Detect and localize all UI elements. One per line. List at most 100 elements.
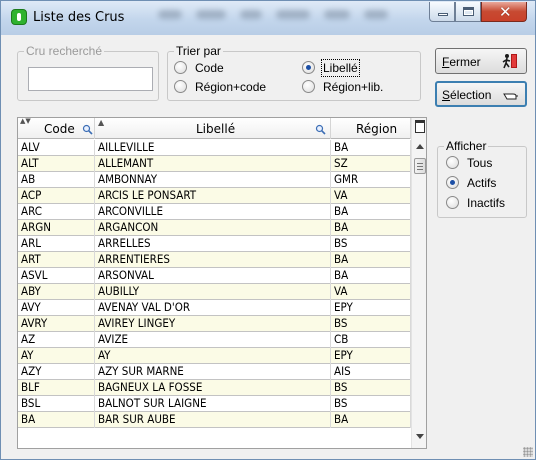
resize-grip-icon[interactable] xyxy=(523,447,533,457)
cell-libelle: ARGANCON xyxy=(95,220,331,236)
search-icon[interactable] xyxy=(82,124,93,135)
table-row[interactable]: BA BAR SUR AUBE BA xyxy=(18,412,411,428)
cell-region: GMR xyxy=(331,172,411,188)
filter-radio-inactive[interactable]: Inactifs xyxy=(446,196,505,210)
table-row[interactable]: ART ARRENTIERES BA xyxy=(18,252,411,268)
cell-libelle: AVIZE xyxy=(95,332,331,348)
cell-code: ACP xyxy=(18,188,95,204)
sort-radio-region-code[interactable]: Région+code xyxy=(174,80,266,94)
sort-radio-libelle[interactable]: Libellé xyxy=(302,59,360,77)
close-button[interactable]: Fermer xyxy=(435,48,527,74)
cell-region: CB xyxy=(331,332,411,348)
cell-libelle: AMBONNAY xyxy=(95,172,331,188)
cell-region: EPY xyxy=(331,348,411,364)
scroll-thumb[interactable] xyxy=(414,158,426,174)
radio-icon xyxy=(174,61,187,74)
table-row[interactable]: AVY AVENAY VAL D'OR EPY xyxy=(18,300,411,316)
table-row[interactable]: AZ AVIZE CB xyxy=(18,332,411,348)
cell-region: BA xyxy=(331,204,411,220)
radio-icon xyxy=(446,196,459,209)
cell-region: BA xyxy=(331,252,411,268)
column-header-libelle[interactable]: ▲ Libellé xyxy=(95,118,331,139)
select-button-label: Sélection xyxy=(442,88,492,102)
filter-legend: Afficher xyxy=(444,139,489,153)
cell-libelle: BALNOT SUR LAIGNE xyxy=(95,396,331,412)
cell-region: BA xyxy=(331,268,411,284)
table-row[interactable]: AVRY AVIREY LINGEY BS xyxy=(18,316,411,332)
table-row[interactable]: ALT ALLEMANT SZ xyxy=(18,156,411,172)
window-title: Liste des Crus xyxy=(33,10,125,25)
table-row[interactable]: BLF BAGNEUX LA FOSSE BS xyxy=(18,380,411,396)
cell-code: AVRY xyxy=(18,316,95,332)
sort-radio-region-lib[interactable]: Région+lib. xyxy=(302,80,383,94)
column-header-region[interactable]: Région xyxy=(331,118,411,139)
blurred-title-area xyxy=(151,7,421,23)
maximize-button[interactable] xyxy=(455,2,481,22)
table-row[interactable]: ARC ARCONVILLE BA xyxy=(18,204,411,220)
list-window: Liste des Crus ✕ Cru recherché Trier par… xyxy=(0,0,536,460)
cell-libelle: ARCIS LE PONSART xyxy=(95,188,331,204)
table-row[interactable]: ALV AILLEVILLE BA xyxy=(18,140,411,156)
radio-selected-icon xyxy=(302,61,315,74)
cell-region: BS xyxy=(331,236,411,252)
table-row[interactable]: AY AY EPY xyxy=(18,348,411,364)
filter-radio-all[interactable]: Tous xyxy=(446,156,492,170)
table-row[interactable]: ARGN ARGANCON BA xyxy=(18,220,411,236)
cell-libelle: AVENAY VAL D'OR xyxy=(95,300,331,316)
search-group: Cru recherché xyxy=(17,44,159,101)
cell-region: BA xyxy=(331,412,411,428)
cell-libelle: ARCONVILLE xyxy=(95,204,331,220)
cell-libelle: BAR SUR AUBE xyxy=(95,412,331,428)
table-row[interactable]: ACP ARCIS LE PONSART VA xyxy=(18,188,411,204)
cell-code: AB xyxy=(18,172,95,188)
cell-code: BA xyxy=(18,412,95,428)
radio-icon xyxy=(446,156,459,169)
search-icon[interactable] xyxy=(315,124,326,135)
scroll-down-icon[interactable] xyxy=(416,434,424,439)
cell-libelle: BAGNEUX LA FOSSE xyxy=(95,380,331,396)
cell-code: BLF xyxy=(18,380,95,396)
table-row[interactable]: ABY AUBILLY VA xyxy=(18,284,411,300)
cell-region: BS xyxy=(331,380,411,396)
cell-region: VA xyxy=(331,188,411,204)
cell-code: ABY xyxy=(18,284,95,300)
minimize-button[interactable] xyxy=(429,2,455,22)
vertical-scrollbar[interactable] xyxy=(411,118,426,448)
app-icon xyxy=(11,9,27,25)
cell-code: ALT xyxy=(18,156,95,172)
maximize-icon xyxy=(463,7,474,16)
search-input[interactable] xyxy=(28,67,153,91)
cell-code: AY xyxy=(18,348,95,364)
cell-region: BA xyxy=(331,220,411,236)
cell-region: BS xyxy=(331,396,411,412)
table-row[interactable]: ASVL ARSONVAL BA xyxy=(18,268,411,284)
cell-code: ARL xyxy=(18,236,95,252)
table-row[interactable]: BSL BALNOT SUR LAIGNE BS xyxy=(18,396,411,412)
cell-code: ARGN xyxy=(18,220,95,236)
close-window-button[interactable]: ✕ xyxy=(481,2,527,22)
sort-radio-code[interactable]: Code xyxy=(174,61,224,75)
close-button-label: Fermer xyxy=(442,55,481,69)
table-row[interactable]: AZY AZY SUR MARNE AIS xyxy=(18,364,411,380)
cell-region: AIS xyxy=(331,364,411,380)
radio-icon xyxy=(302,80,315,93)
search-legend: Cru recherché xyxy=(24,44,105,58)
cell-libelle: ARSONVAL xyxy=(95,268,331,284)
column-header-code[interactable]: ▲▼ Code xyxy=(18,118,95,139)
scroll-up-icon[interactable] xyxy=(416,144,424,149)
table-row[interactable]: ARL ARRELLES BS xyxy=(18,236,411,252)
sort-group: Trier par Code Libellé Région+code Régio… xyxy=(167,44,421,101)
filter-radio-active[interactable]: Actifs xyxy=(446,176,496,190)
column-picker-icon[interactable] xyxy=(415,120,425,133)
select-button[interactable]: Sélection xyxy=(435,81,527,107)
cell-libelle: ARRELLES xyxy=(95,236,331,252)
crus-table[interactable]: ▲▼ Code ▲ Libellé Région ALV AILLEVILLE BA… xyxy=(17,117,427,449)
cell-libelle: ARRENTIERES xyxy=(95,252,331,268)
radio-icon xyxy=(174,80,187,93)
table-row[interactable]: AB AMBONNAY GMR xyxy=(18,172,411,188)
title-bar[interactable]: Liste des Crus ✕ xyxy=(1,1,535,35)
cell-region: EPY xyxy=(331,300,411,316)
cell-region: VA xyxy=(331,284,411,300)
radio-selected-icon xyxy=(446,176,459,189)
cell-code: BSL xyxy=(18,396,95,412)
